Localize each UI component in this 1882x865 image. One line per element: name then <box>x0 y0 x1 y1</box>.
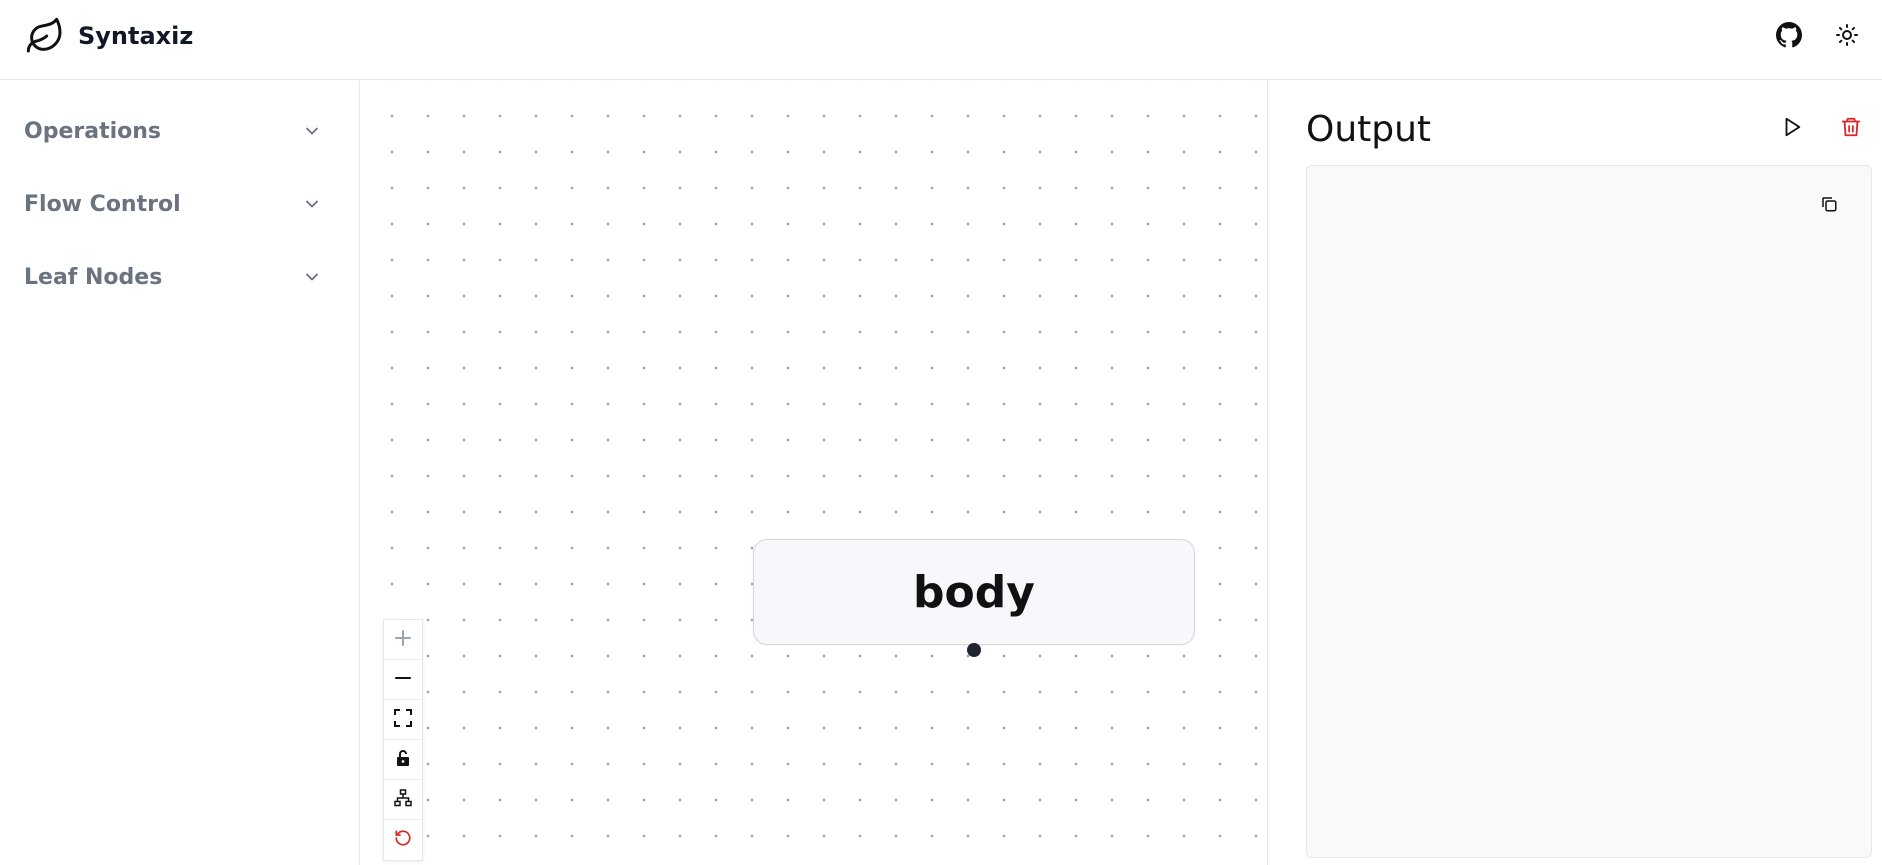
github-icon <box>1776 22 1802 52</box>
accordion-label: Leaf Nodes <box>24 264 163 290</box>
chevron-down-icon <box>300 119 324 143</box>
leaf-icon <box>24 16 66 56</box>
play-icon <box>1781 116 1803 142</box>
github-button[interactable] <box>1770 18 1808 56</box>
output-box[interactable] <box>1306 165 1872 858</box>
sun-icon <box>1835 23 1859 51</box>
accordion-flow-control[interactable]: Flow Control <box>24 182 324 226</box>
chevron-down-icon <box>300 192 324 216</box>
unlock-icon <box>395 749 411 771</box>
accordion-leaf-nodes[interactable]: Leaf Nodes <box>24 255 324 299</box>
reset-button[interactable] <box>384 820 422 860</box>
fit-view-button[interactable] <box>384 700 422 740</box>
canvas-controls <box>383 619 423 861</box>
plus-icon <box>393 628 413 652</box>
fit-view-icon <box>394 708 412 731</box>
trash-icon <box>1840 115 1862 143</box>
output-title: Output <box>1306 109 1432 150</box>
copy-output-button[interactable] <box>1817 194 1841 218</box>
app-title: Syntaxiz <box>78 22 194 50</box>
accordion-label: Operations <box>24 118 161 144</box>
accordion-operations[interactable]: Operations <box>24 109 324 153</box>
theme-toggle-button[interactable] <box>1828 18 1866 56</box>
minus-icon <box>393 668 413 692</box>
accordion-label: Flow Control <box>24 191 181 217</box>
app-header: Syntaxiz <box>0 0 1882 80</box>
copy-icon <box>1820 195 1838 217</box>
tree-layout-icon <box>394 788 412 811</box>
body-node[interactable]: body <box>753 539 1195 645</box>
node-label: body <box>913 566 1035 618</box>
node-output-handle[interactable] <box>967 643 981 657</box>
brand[interactable]: Syntaxiz <box>24 16 193 56</box>
zoom-out-button[interactable] <box>384 660 422 700</box>
zoom-in-button[interactable] <box>384 620 422 660</box>
chevron-down-icon <box>300 265 324 289</box>
sidebar: Operations Flow Control Leaf Nodes <box>0 81 360 865</box>
output-panel: Output <box>1269 81 1882 865</box>
run-button[interactable] <box>1774 111 1810 147</box>
flow-canvas[interactable]: body <box>361 81 1268 865</box>
reset-icon <box>394 829 412 851</box>
toggle-lock-button[interactable] <box>384 740 422 780</box>
clear-output-button[interactable] <box>1833 111 1869 147</box>
auto-layout-button[interactable] <box>384 780 422 820</box>
